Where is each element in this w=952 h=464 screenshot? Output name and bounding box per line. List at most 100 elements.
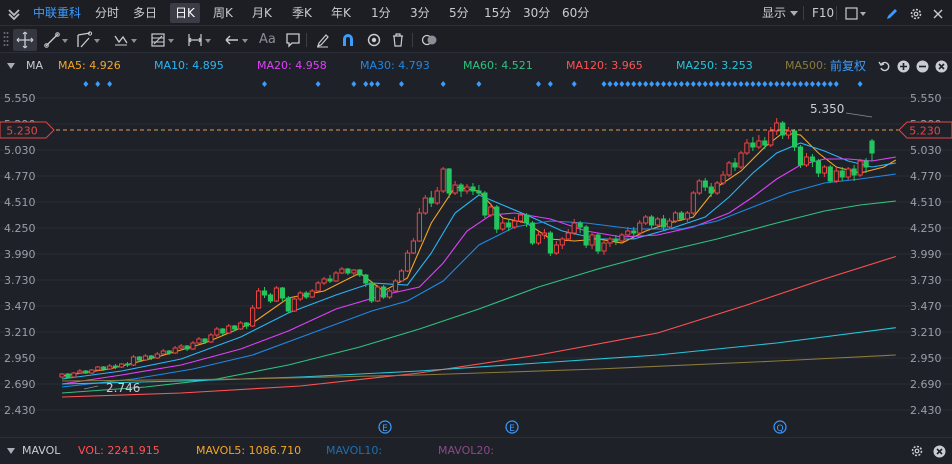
candle-body <box>309 290 315 298</box>
candle <box>446 168 452 198</box>
price-tick-right: 2.430 <box>910 404 942 417</box>
toggle-icon[interactable] <box>421 31 439 49</box>
period-tab-multiday[interactable]: 多日 <box>133 0 157 26</box>
close-volume-icon[interactable] <box>933 438 946 464</box>
candle <box>643 215 649 225</box>
signal-dot <box>696 81 702 87</box>
wave-tool-icon[interactable] <box>113 31 139 49</box>
candle-body <box>77 370 83 374</box>
add-indicator-icon[interactable] <box>897 53 910 79</box>
close-icon <box>933 9 943 18</box>
candle <box>500 219 506 231</box>
candle <box>124 362 131 367</box>
candle-body <box>619 234 625 242</box>
candle-body <box>601 242 607 252</box>
period-tab-intraday[interactable]: 分时 <box>95 0 119 26</box>
signal-dot <box>809 81 815 87</box>
ma-label[interactable]: MA <box>26 53 43 79</box>
price-tick-right: 2.950 <box>910 352 942 365</box>
candle-body <box>65 373 71 379</box>
signal-dot <box>708 81 714 87</box>
display-menu[interactable]: 显示 <box>762 0 798 26</box>
candle-body <box>446 168 452 194</box>
candle-body <box>142 355 149 361</box>
candle <box>589 233 595 249</box>
candle-body <box>113 365 119 368</box>
candle-body <box>524 214 530 224</box>
fib-tool-icon[interactable] <box>150 31 176 49</box>
candle <box>256 288 262 309</box>
collapse-icon[interactable] <box>6 53 16 79</box>
candle-body <box>661 218 667 228</box>
layout-square-button[interactable] <box>845 0 867 26</box>
candle <box>732 158 738 171</box>
text-tool-icon[interactable]: Aa <box>259 31 276 49</box>
f10-button[interactable]: F10 <box>812 0 834 26</box>
candle <box>601 241 607 255</box>
period-tab-1min[interactable]: 1分 <box>371 0 391 26</box>
mavol-label[interactable]: MAVOL <box>22 438 60 464</box>
signal-dot <box>571 81 577 87</box>
candle-body <box>535 234 542 244</box>
candle <box>172 346 178 354</box>
period-tab-3min[interactable]: 3分 <box>410 0 430 26</box>
candle-body <box>571 222 577 234</box>
line-tool-icon[interactable] <box>44 31 70 49</box>
eye-icon[interactable] <box>366 31 382 49</box>
period-tab-60min[interactable]: 60分 <box>562 0 589 26</box>
comment-icon[interactable] <box>285 31 301 49</box>
crosshair-icon[interactable] <box>13 29 37 51</box>
close-indicator-icon[interactable] <box>935 53 948 79</box>
period-tab-5min[interactable]: 5分 <box>449 0 469 26</box>
signal-dot <box>690 81 696 87</box>
draw-pen-button[interactable] <box>885 0 899 26</box>
candle-body <box>470 186 476 192</box>
period-tab-weekly[interactable]: 周K <box>213 0 233 26</box>
undo-icon[interactable] <box>878 53 890 79</box>
signal-dot <box>262 81 267 87</box>
settings-button[interactable] <box>909 0 923 26</box>
period-tab-quarterly[interactable]: 季K <box>292 0 312 26</box>
ma30-value: MA30: 4.793 <box>360 59 430 72</box>
collapse-volume-icon[interactable] <box>6 438 16 464</box>
kline-chart[interactable]: 5.5505.2905.0304.7704.5104.2503.9903.730… <box>0 79 952 437</box>
candle <box>488 203 494 217</box>
period-tab-monthly[interactable]: 月K <box>252 0 272 26</box>
stock-name[interactable]: 中联重科 <box>33 0 81 26</box>
candle <box>702 178 708 191</box>
pen-icon[interactable] <box>316 31 330 49</box>
signal-dot <box>363 81 369 87</box>
adjust-mode-label[interactable]: 前复权 <box>830 53 866 79</box>
kline-chart-svg[interactable]: 5.5505.2905.0304.7704.5104.2503.9903.730… <box>0 79 952 437</box>
candle <box>309 289 315 298</box>
candle-body <box>786 130 792 136</box>
range-tool-icon[interactable] <box>187 31 213 49</box>
period-tab-30min[interactable]: 30分 <box>523 0 550 26</box>
magnet-icon[interactable] <box>341 31 355 49</box>
candle-body <box>762 140 768 146</box>
current-price-tag-right: 5.230 <box>898 121 952 139</box>
period-tab-daily[interactable]: 日K <box>170 3 200 23</box>
arrow-tool-icon[interactable] <box>224 31 250 49</box>
volume-settings-icon[interactable] <box>910 438 924 464</box>
signal-dot <box>369 81 375 87</box>
candle-body <box>815 160 821 174</box>
candle <box>178 344 184 349</box>
candle <box>452 181 458 195</box>
candle <box>369 281 375 303</box>
trash-icon[interactable] <box>391 31 405 49</box>
signal-dot <box>786 81 792 87</box>
signal-dot <box>750 81 756 87</box>
price-tick-left: 2.950 <box>4 352 36 365</box>
channel-tool-icon[interactable] <box>76 31 102 49</box>
candle <box>392 279 399 292</box>
candle-body <box>375 286 381 302</box>
candle-body <box>732 162 738 168</box>
candle-body <box>166 350 172 354</box>
period-tab-15min[interactable]: 15分 <box>484 0 511 26</box>
period-tab-yearly[interactable]: 年K <box>331 0 351 26</box>
remove-indicator-icon[interactable] <box>916 53 929 79</box>
price-tick-left: 4.250 <box>4 222 36 235</box>
close-button[interactable] <box>932 0 944 26</box>
signal-dot <box>440 81 446 87</box>
